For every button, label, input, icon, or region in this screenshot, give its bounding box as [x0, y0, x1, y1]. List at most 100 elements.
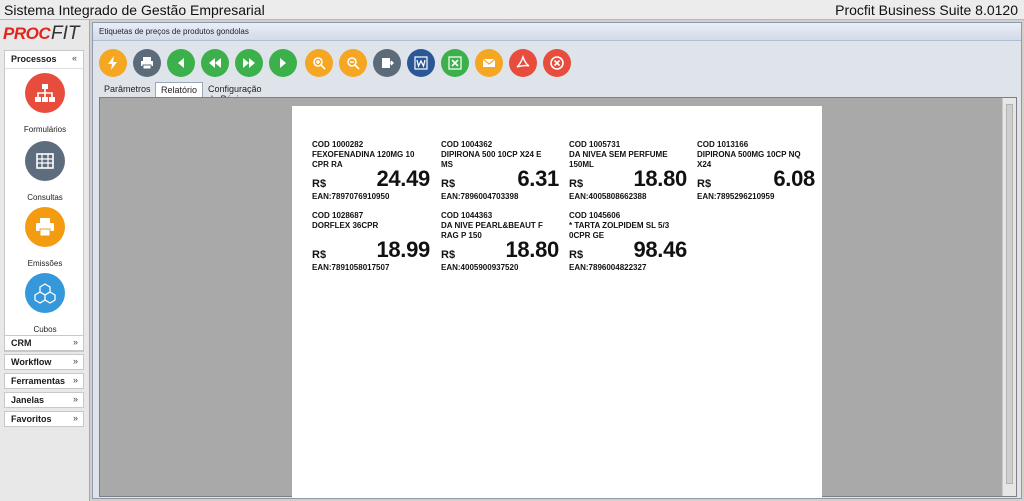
tab-configuracao-paginas[interactable]: Configuração de Páginas — [203, 82, 267, 104]
window-title: Etiquetas de preços de produtos gondolas — [99, 27, 249, 36]
sidebar-item-label: Emissões — [27, 259, 63, 268]
section-label: Ferramentas — [11, 376, 66, 386]
sidebar-section-workflow[interactable]: Workflow » — [4, 354, 84, 370]
product-price: 98.46 — [633, 237, 687, 262]
logo-part-proc: PROC — [3, 24, 51, 43]
word-icon — [414, 56, 428, 70]
section-label: Workflow — [11, 357, 52, 367]
currency-symbol: R$ — [569, 178, 584, 190]
product-price: 6.08 — [773, 166, 815, 191]
zoom-in-button[interactable] — [305, 49, 333, 77]
last-page-button[interactable] — [269, 49, 297, 77]
section-label: CRM — [11, 338, 32, 348]
app-title: Sistema Integrado de Gestão Empresarial — [4, 2, 265, 18]
close-button[interactable] — [543, 49, 571, 77]
section-label: Janelas — [11, 395, 45, 405]
rewind-icon — [209, 58, 221, 68]
email-icon — [482, 58, 496, 67]
currency-symbol: R$ — [441, 178, 456, 190]
currency-symbol: R$ — [312, 178, 327, 190]
excel-icon — [448, 56, 462, 70]
product-code: COD 1044363 — [441, 211, 493, 220]
currency-symbol: R$ — [312, 249, 327, 261]
currency-symbol: R$ — [569, 249, 584, 261]
print-button[interactable] — [133, 49, 161, 77]
product-ean: EAN:7895296210959 — [697, 192, 775, 201]
price-label: COD 1005731 DA NIVEA SEM PERFUME 150ML R… — [569, 140, 689, 201]
currency-symbol: R$ — [697, 178, 712, 190]
product-ean: EAN:7896004703398 — [441, 192, 519, 201]
sidebar-section-janelas[interactable]: Janelas » — [4, 392, 84, 408]
export-pdf-button[interactable] — [509, 49, 537, 77]
product-ean: EAN:7896004822327 — [569, 263, 647, 272]
product-price: 18.80 — [505, 237, 559, 262]
sidebar-item-emissoes[interactable]: Emissões — [5, 207, 85, 268]
product-code: COD 1045606 — [569, 211, 621, 220]
pdf-icon — [516, 55, 530, 68]
product-code: COD 1028687 — [312, 211, 364, 220]
email-button[interactable] — [475, 49, 503, 77]
previous-page-button[interactable] — [201, 49, 229, 77]
collapse-icon[interactable]: « — [72, 53, 77, 63]
export-button[interactable] — [373, 49, 401, 77]
zoom-out-icon — [347, 57, 360, 70]
product-code: COD 1005731 — [569, 140, 621, 149]
org-chart-icon — [25, 73, 65, 113]
product-ean: EAN:7897076910950 — [312, 192, 390, 201]
sidebar-item-consultas[interactable]: Consultas — [5, 141, 85, 202]
price-label: COD 1013166 DIPIRONA 500MG 10CP NQ X24 R… — [697, 140, 817, 201]
next-page-button[interactable] — [235, 49, 263, 77]
product-price: 24.49 — [376, 166, 430, 191]
export-icon — [382, 58, 394, 68]
section-label: Favoritos — [11, 414, 52, 424]
zoom-in-icon — [313, 57, 326, 70]
product-code: COD 1004362 — [441, 140, 493, 149]
product-ean: EAN:7891058017507 — [312, 263, 390, 272]
sidebar-item-label: Formulários — [23, 125, 67, 134]
processos-panel: Processos « Formulários Consultas Emissõ… — [4, 50, 84, 352]
expand-icon: » — [72, 375, 78, 385]
scrollbar-thumb[interactable] — [1006, 104, 1013, 484]
expand-icon: » — [72, 394, 78, 404]
printer-icon — [141, 57, 153, 70]
tab-relatorio[interactable]: Relatório — [155, 82, 204, 98]
title-bar: Sistema Integrado de Gestão Empresarial … — [0, 0, 1024, 20]
report-viewer[interactable]: COD 1000282 FEXOFENADINA 120MG 10 CPR RA… — [99, 97, 1017, 498]
product-code: COD 1013166 — [697, 140, 749, 149]
expand-icon: » — [72, 413, 78, 423]
window-title-bar: Etiquetas de preços de produtos gondolas — [93, 23, 1021, 41]
vertical-scrollbar[interactable] — [1002, 98, 1016, 496]
product-price: 6.31 — [517, 166, 559, 191]
first-icon — [178, 58, 184, 68]
printer-icon — [25, 207, 65, 247]
processos-header[interactable]: Processos « — [5, 51, 83, 69]
price-label: COD 1045606 * TARTA ZOLPIDEM SL 5/3 0CPR… — [569, 211, 689, 272]
sidebar-item-formularios[interactable]: Formulários — [5, 73, 85, 134]
report-window: Etiquetas de preços de produtos gondolas — [92, 22, 1022, 499]
report-page: COD 1000282 FEXOFENADINA 120MG 10 CPR RA… — [292, 106, 822, 498]
product-description: DORFLEX 36CPR — [312, 221, 379, 230]
product-price: 18.99 — [376, 237, 430, 262]
tab-parametros[interactable]: Parâmetros — [99, 82, 156, 98]
price-label: COD 1000282 FEXOFENADINA 120MG 10 CPR RA… — [312, 140, 432, 201]
zoom-out-button[interactable] — [339, 49, 367, 77]
sidebar-item-cubos[interactable]: Cubos — [5, 273, 85, 334]
sidebar-section-ferramentas[interactable]: Ferramentas » — [4, 373, 84, 389]
sidebar-section-crm[interactable]: CRM » — [4, 335, 84, 351]
export-word-button[interactable] — [407, 49, 435, 77]
export-excel-button[interactable] — [441, 49, 469, 77]
lightning-icon — [108, 56, 117, 70]
product-price: 18.80 — [633, 166, 687, 191]
expand-icon: » — [72, 356, 78, 366]
procfit-logo: PROC FIT — [3, 23, 87, 46]
cubes-icon — [25, 273, 65, 313]
sidebar-section-favoritos[interactable]: Favoritos » — [4, 411, 84, 427]
lightning-button[interactable] — [99, 49, 127, 77]
table-icon — [25, 141, 65, 181]
first-page-button[interactable] — [167, 49, 195, 77]
price-label: COD 1044363 DA NIVE PEARL&BEAUT F RAG P … — [441, 211, 561, 272]
product-ean: EAN:4005808662388 — [569, 192, 647, 201]
logo-part-fit: FIT — [51, 23, 80, 44]
price-label: COD 1028687 DORFLEX 36CPR R$ 18.99 EAN:7… — [312, 211, 432, 272]
forward-icon — [243, 58, 255, 68]
